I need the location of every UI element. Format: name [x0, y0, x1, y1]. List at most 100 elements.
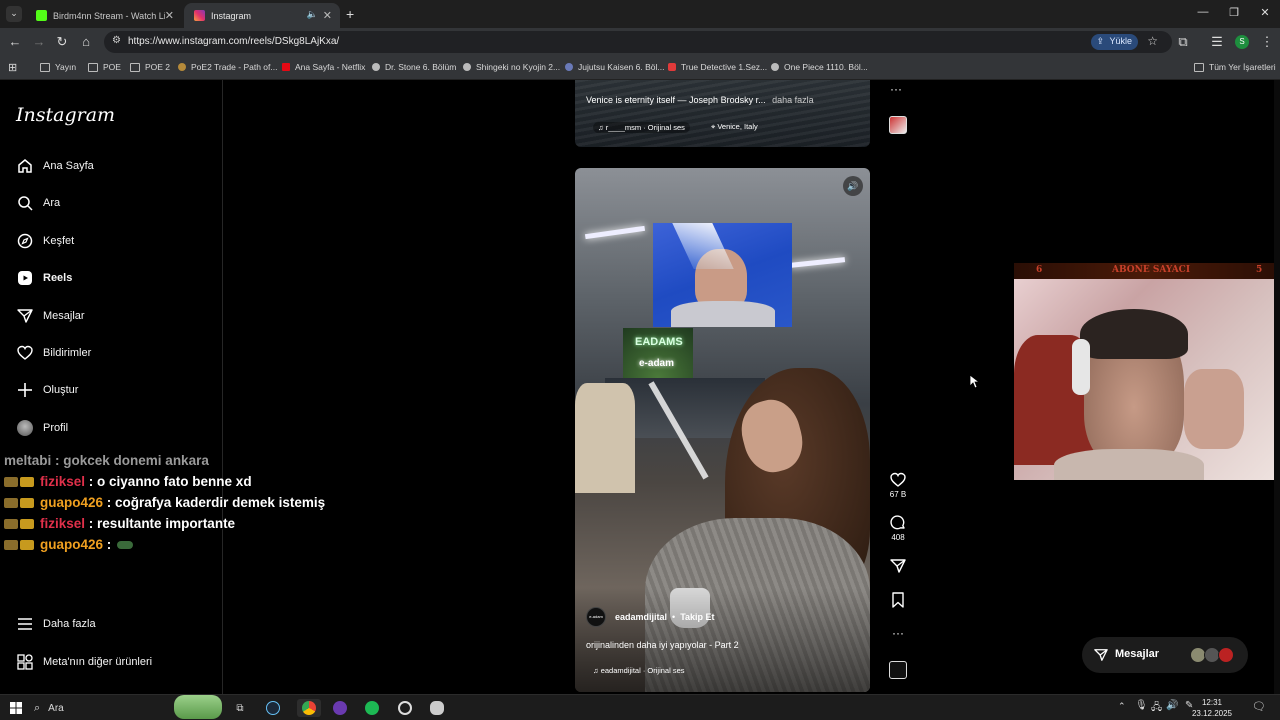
notification-icon[interactable]: 🗨	[1252, 700, 1266, 713]
badge-icon	[4, 539, 18, 550]
audio-thumbnail[interactable]	[889, 661, 907, 679]
tab-search-button[interactable]: ⌄	[6, 6, 22, 22]
address-bar[interactable]: ⚙ https://www.instagram.com/reels/DSkg8L…	[104, 31, 1172, 53]
mouse-cursor-icon	[969, 374, 979, 389]
chat-message: guapo426 : coğrafya kaderdir demek istem…	[4, 492, 424, 513]
reel-current[interactable]: EADAMS e-adam 🔊 e-adam eadamdijital • Ta…	[575, 168, 870, 692]
forward-button[interactable]: →	[30, 34, 48, 50]
sidebar-item-label: Bildirimler	[43, 347, 92, 359]
chat-text: : gokcek donemi ankara	[55, 453, 209, 468]
menu-kebab-icon[interactable]: ⋮	[1258, 34, 1276, 50]
app-icon[interactable]	[396, 699, 414, 717]
subscriber-counter-bar: 6 ABONE SAYACI 5	[1014, 263, 1280, 279]
sidebar-item-notifications[interactable]: Bildirimler	[16, 341, 91, 365]
streamer-hair	[1080, 309, 1188, 359]
new-tab-button[interactable]: +	[346, 6, 354, 22]
reel-previous[interactable]: Venice is eternity itself — Joseph Brods…	[575, 80, 870, 147]
extensions-icon[interactable]: ⧉	[1174, 34, 1192, 50]
instagram-logo[interactable]: Instagram	[16, 104, 115, 126]
author-username[interactable]: eadamdijital	[615, 612, 667, 622]
kick-favicon-icon	[36, 10, 47, 21]
bookmark-poe2[interactable]: POE 2	[130, 62, 170, 72]
like-button[interactable]: 67 B	[888, 472, 908, 499]
volume-icon[interactable]: 🔊	[1166, 700, 1178, 711]
window-close-button[interactable]: ✕	[1250, 6, 1280, 19]
bookmark-poe2-trade[interactable]: PoE2 Trade - Path of...	[178, 62, 277, 72]
hamburger-icon	[16, 615, 34, 633]
reel-audio[interactable]: ♫ eadamdijital · Orijinal ses	[593, 666, 685, 675]
bookmark-shingeki[interactable]: Shingeki no Kyojin 2...	[463, 62, 560, 72]
profile-avatar[interactable]: S	[1235, 35, 1249, 49]
sidebar-item-more[interactable]: Daha fazla	[16, 612, 96, 636]
sidebar-item-profile[interactable]: Profil	[16, 416, 68, 440]
audio-thumbnail[interactable]	[889, 116, 907, 134]
star-icon[interactable]: ☆	[1147, 34, 1158, 48]
sidebar-item-messages[interactable]: Mesajlar	[16, 304, 85, 328]
close-icon[interactable]: ✕	[165, 9, 174, 22]
reload-button[interactable]: ↻	[53, 34, 71, 50]
reel-audio[interactable]: ♫ r____msm · Orijinal ses	[593, 122, 690, 133]
task-view-icon[interactable]: ⧉	[231, 699, 249, 717]
microphone-icon[interactable]: 🎙	[1135, 700, 1148, 711]
site-favicon-icon	[565, 63, 573, 71]
site-info-icon[interactable]: ⚙	[112, 35, 121, 46]
tab-instagram[interactable]: Instagram 🔈 ✕	[184, 3, 340, 28]
sidebar-item-search[interactable]: Ara	[16, 191, 60, 215]
bookmark-yayin[interactable]: Yayın	[40, 62, 76, 72]
bookmark-poe[interactable]: POE	[88, 62, 121, 72]
apps-icon[interactable]: ⊞	[8, 61, 17, 74]
chat-text: : o ciyanno fato benne xd	[88, 474, 252, 489]
all-bookmarks[interactable]: Tüm Yer İşaretleri	[1194, 62, 1276, 72]
sound-toggle-button[interactable]: 🔊	[843, 176, 863, 196]
back-button[interactable]: ←	[6, 34, 24, 50]
restore-button[interactable]: ❐	[1219, 6, 1249, 19]
follow-button[interactable]: Takip Et	[680, 612, 714, 622]
sidebar-item-explore[interactable]: Keşfet	[16, 229, 74, 253]
badge-icon	[4, 476, 18, 487]
comment-button[interactable]: 408	[888, 515, 908, 542]
more-options-icon[interactable]: ···	[888, 626, 908, 640]
windows-start-icon[interactable]	[7, 699, 25, 717]
reel-location[interactable]: ⌖ Venice, Italy	[711, 122, 758, 132]
author-avatar[interactable]: e-adam	[586, 607, 606, 627]
network-icon[interactable]: 🖧	[1151, 700, 1162, 717]
upload-icon: ⇪	[1096, 36, 1105, 46]
scrollbar[interactable]	[1274, 80, 1280, 694]
netflix-favicon-icon	[282, 63, 290, 71]
chrome-icon[interactable]	[297, 699, 321, 717]
upload-button[interactable]: ⇪ Yükle	[1091, 34, 1138, 50]
tab-label: Birdm4nn Stream - Watch Live	[53, 10, 165, 21]
more-options-icon[interactable]: ···	[890, 82, 902, 96]
system-clock[interactable]: 12:31 23.12.2025	[1192, 697, 1232, 719]
sidebar-item-label: Keşfet	[43, 235, 75, 247]
app-icon[interactable]	[428, 699, 446, 717]
home-button[interactable]: ⌂	[77, 34, 95, 50]
bookmark-jujutsu[interactable]: Jujutsu Kaisen 6. Böl...	[565, 62, 664, 72]
share-button[interactable]	[888, 558, 908, 576]
bookmark-dr-stone[interactable]: Dr. Stone 6. Bölüm	[372, 62, 456, 72]
chat-message: meltabi : gokcek donemi ankara	[4, 450, 424, 471]
bookmark-true-detective[interactable]: True Detective 1.Sez...	[668, 62, 767, 72]
tab-label: Instagram	[211, 10, 252, 21]
media-controls-icon[interactable]: ☰	[1208, 34, 1226, 50]
more-link[interactable]: daha fazla	[772, 95, 814, 105]
tab-birdm4nn[interactable]: Birdm4nn Stream - Watch Live ✕	[26, 3, 182, 28]
speaker-icon[interactable]: 🔈	[307, 9, 318, 20]
sidebar-item-home[interactable]: Ana Sayfa	[16, 154, 94, 178]
sidebar-item-meta[interactable]: Meta'nın diğer ürünleri	[16, 650, 152, 674]
obs-icon[interactable]	[331, 699, 349, 717]
save-button[interactable]	[888, 592, 908, 610]
sidebar-item-create[interactable]: Oluştur	[16, 378, 78, 402]
steam-icon[interactable]	[264, 699, 282, 717]
messages-pill-button[interactable]: Mesajlar	[1082, 637, 1248, 673]
close-icon[interactable]: ✕	[323, 9, 332, 22]
sidebar-item-reels[interactable]: Reels	[16, 266, 72, 290]
folder-icon	[88, 62, 98, 72]
spotify-icon[interactable]	[363, 699, 381, 717]
bookmark-netflix[interactable]: Ana Sayfa - Netflix	[282, 62, 365, 72]
tray-chevron-icon[interactable]: ⌃	[1118, 701, 1126, 712]
heart-icon	[890, 472, 906, 487]
minimize-button[interactable]: —	[1188, 6, 1218, 18]
taskbar-search[interactable]: ⌕ Ara	[34, 695, 224, 719]
bookmark-one-piece[interactable]: One Piece 1110. Böl...	[771, 62, 868, 72]
